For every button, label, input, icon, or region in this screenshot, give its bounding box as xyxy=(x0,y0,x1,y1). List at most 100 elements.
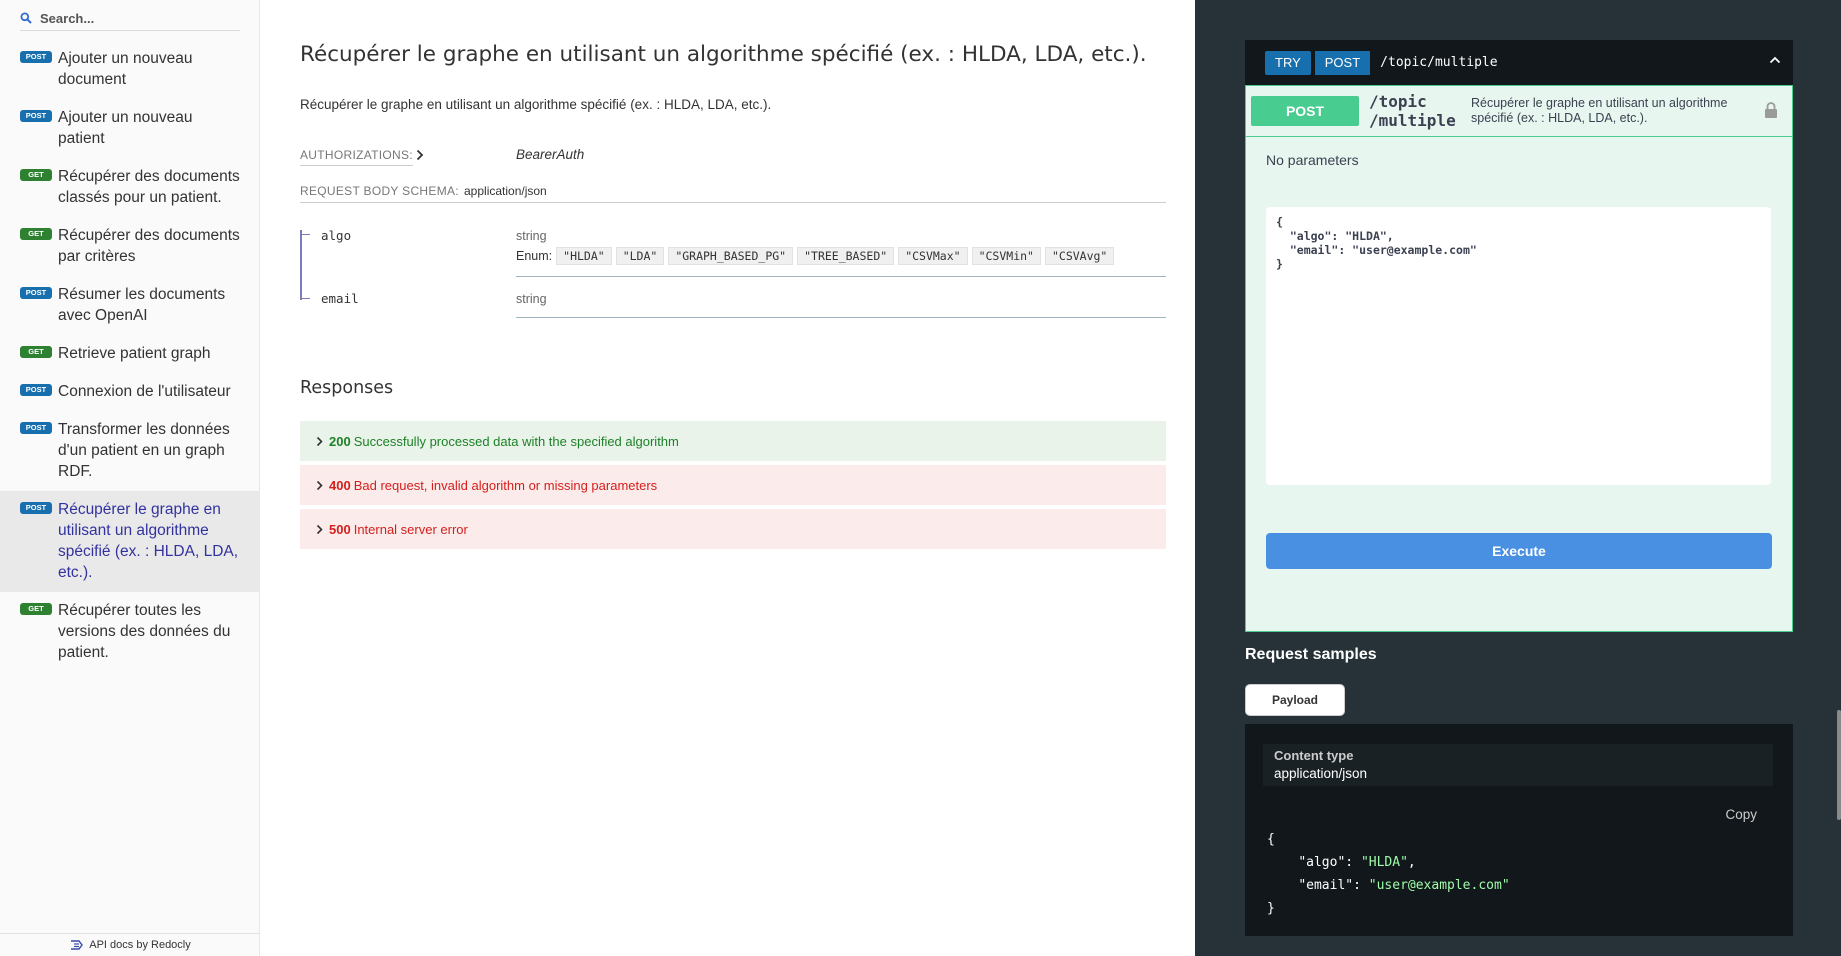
sidebar-item-label: Récupérer des documents classés pour un … xyxy=(58,168,240,206)
right-panel: TRY POST /topic/multiple POST /topic /mu… xyxy=(1195,0,1841,956)
enum-label: Enum: xyxy=(516,249,553,263)
operation-method: POST xyxy=(1251,96,1359,126)
response-code: 200 xyxy=(329,433,351,449)
code-key: "email" xyxy=(1298,878,1354,893)
method-badge: POST xyxy=(20,422,52,434)
method-badge: POST xyxy=(20,110,52,122)
property-name-algo: algo xyxy=(321,228,352,243)
try-console-body: POST /topic /multiple Récupérer le graph… xyxy=(1245,85,1793,632)
chevron-right-icon xyxy=(316,524,323,534)
sidebar-item-classified-documents[interactable]: GET Récupérer des documents classés pour… xyxy=(0,158,260,217)
property-name-email: email xyxy=(321,291,359,306)
chevron-right-icon xyxy=(316,436,323,446)
responses-heading: Responses xyxy=(300,378,394,398)
operation-description: Récupérer le graphe en utilisant un algo… xyxy=(300,97,772,112)
execute-button[interactable]: Execute xyxy=(1266,533,1772,569)
sidebar-item-label: Transformer les données d'un patient en … xyxy=(58,421,230,480)
sidebar-nav: POST Ajouter un nouveau document POST Aj… xyxy=(0,40,260,672)
sidebar-item-documents-by-criteria[interactable]: GET Récupérer des documents par critères xyxy=(0,217,260,276)
sidebar-item-login[interactable]: POST Connexion de l'utilisateur xyxy=(0,373,260,411)
authorization-scheme: BearerAuth xyxy=(516,147,585,162)
code-brace: } xyxy=(1267,901,1275,916)
response-text: Successfully processed data with the spe… xyxy=(353,433,679,449)
chevron-right-icon[interactable] xyxy=(416,149,424,161)
method-badge: GET xyxy=(20,603,52,615)
no-parameters-text: No parameters xyxy=(1266,152,1359,168)
request-sample-panel: Content type application/json Copy { "al… xyxy=(1245,724,1793,936)
request-body-label: REQUEST BODY SCHEMA: xyxy=(300,184,459,198)
search-input[interactable] xyxy=(40,10,230,26)
sidebar-item-label: Résumer les documents avec OpenAI xyxy=(58,286,226,324)
content-type-block: Content type application/json xyxy=(1263,744,1773,786)
enum-value: "TREE_BASED" xyxy=(797,247,895,265)
schema-tree-tick xyxy=(300,298,310,299)
operation-summary: Récupérer le graphe en utilisant un algo… xyxy=(1471,96,1728,125)
tab-payload[interactable]: Payload xyxy=(1245,684,1345,716)
scrollbar-thumb[interactable] xyxy=(1837,710,1841,820)
sidebar-item-label: Retrieve patient graph xyxy=(58,345,211,362)
enum-value: "CSVMin" xyxy=(971,247,1041,265)
response-code: 500 xyxy=(329,521,351,537)
property-type-email: string xyxy=(516,292,547,306)
response-200[interactable]: 200 Successfully processed data with the… xyxy=(300,421,1166,461)
try-button[interactable]: TRY xyxy=(1265,50,1311,75)
enum-value: "LDA" xyxy=(615,247,665,265)
http-method-tag: POST xyxy=(1314,50,1371,75)
content-type-label: Content type xyxy=(1274,748,1354,763)
response-code: 400 xyxy=(329,477,351,493)
sidebar-item-label: Ajouter un nouveau patient xyxy=(58,109,193,147)
method-badge: POST xyxy=(20,502,52,514)
schema-tree-tick xyxy=(300,234,310,235)
sidebar-item-add-document[interactable]: POST Ajouter un nouveau document xyxy=(0,40,260,99)
method-badge: GET xyxy=(20,169,52,181)
property-type-algo: string xyxy=(516,229,547,243)
sidebar-item-label: Ajouter un nouveau document xyxy=(58,50,193,88)
sidebar-item-label: Connexion de l'utilisateur xyxy=(58,383,231,400)
response-text: Bad request, invalid algorithm or missin… xyxy=(353,477,658,493)
schema-tree-line xyxy=(300,230,302,300)
redocly-logo-icon xyxy=(71,940,84,950)
sidebar: POST Ajouter un nouveau document POST Aj… xyxy=(0,0,260,956)
lock-icon[interactable] xyxy=(1764,101,1778,119)
operation-summary-bar[interactable]: POST /topic /multiple Récupérer le graph… xyxy=(1246,86,1792,137)
property-divider xyxy=(516,317,1166,318)
method-badge: POST xyxy=(20,51,52,63)
request-body-editor[interactable]: { "algo": "HLDA", "email": "user@example… xyxy=(1266,207,1771,485)
sidebar-item-label: Récupérer toutes les versions des donnée… xyxy=(58,602,231,661)
sidebar-item-patient-graph[interactable]: GET Retrieve patient graph xyxy=(0,335,260,373)
method-badge: POST xyxy=(20,287,52,299)
property-divider xyxy=(516,276,1166,277)
sidebar-item-label: Récupérer des documents par critères xyxy=(58,227,240,265)
search-icon xyxy=(20,12,32,24)
payload-code-sample: { "algo": "HLDA", "email": "user@example… xyxy=(1267,832,1510,916)
page-title: Récupérer le graphe en utilisant un algo… xyxy=(300,42,1147,67)
sidebar-item-patient-versions[interactable]: GET Récupérer toutes les versions des do… xyxy=(0,592,260,672)
try-console-header[interactable]: TRY POST /topic/multiple xyxy=(1245,40,1793,85)
sidebar-item-summarize-openai[interactable]: POST Résumer les documents avec OpenAI xyxy=(0,276,260,335)
sidebar-item-topic-multiple[interactable]: POST Récupérer le graphe en utilisant un… xyxy=(0,491,260,592)
code-brace: { xyxy=(1267,832,1275,847)
response-500[interactable]: 500 Internal server error xyxy=(300,509,1166,549)
endpoint-path: /topic/multiple xyxy=(1380,55,1498,70)
search-box[interactable] xyxy=(20,6,240,31)
copy-button[interactable]: Copy xyxy=(1719,806,1763,823)
request-body-schema-row: REQUEST BODY SCHEMA: application/json xyxy=(300,184,1166,203)
code-string: "HLDA" xyxy=(1360,855,1408,870)
sidebar-item-add-patient[interactable]: POST Ajouter un nouveau patient xyxy=(0,99,260,158)
operation-path: /topic /multiple xyxy=(1369,92,1456,130)
response-400[interactable]: 400 Bad request, invalid algorithm or mi… xyxy=(300,465,1166,505)
sidebar-item-rdf-graph[interactable]: POST Transformer les données d'un patien… xyxy=(0,411,260,491)
enum-value: "GRAPH_BASED_PG" xyxy=(668,247,794,265)
redocly-footer-link[interactable]: API docs by Redocly xyxy=(0,933,260,956)
chevron-up-icon[interactable] xyxy=(1769,56,1781,64)
method-badge: POST xyxy=(20,384,52,396)
content-type-value: application/json xyxy=(1274,766,1368,781)
response-text: Internal server error xyxy=(353,521,468,537)
enum-value: "CSVAvg" xyxy=(1044,247,1115,265)
chevron-right-icon xyxy=(316,480,323,490)
authorizations-toggle[interactable]: AUTHORIZATIONS: xyxy=(300,148,413,166)
code-string: "user@example.com" xyxy=(1368,878,1510,893)
enum-value: "HLDA" xyxy=(556,247,612,265)
request-samples-heading: Request samples xyxy=(1245,646,1377,663)
code-key: "algo" xyxy=(1298,855,1346,870)
